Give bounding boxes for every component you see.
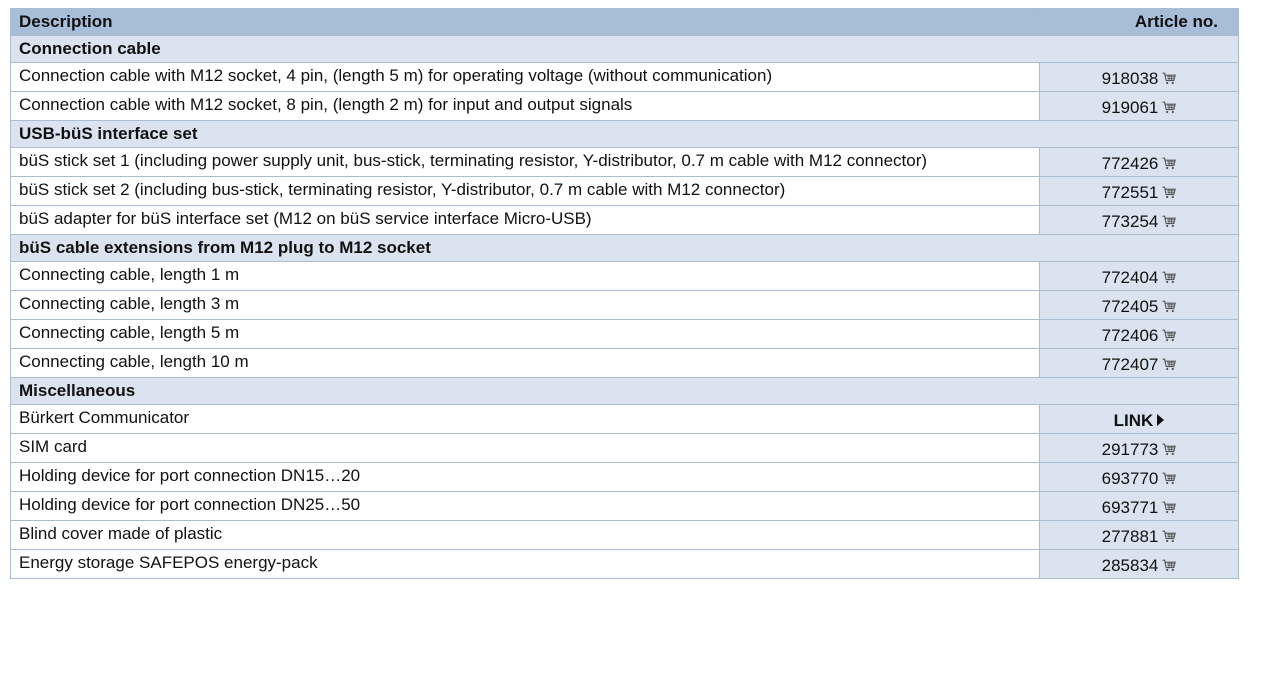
- table-header-row: Description Article no.: [10, 8, 1239, 36]
- shopping-cart-icon[interactable]: [1162, 440, 1177, 456]
- article-number[interactable]: 291773: [1102, 440, 1159, 459]
- article-cell: 277881: [1039, 520, 1239, 550]
- accessories-table: Description Article no. Connection cable…: [10, 8, 1239, 579]
- shopping-cart-icon[interactable]: [1162, 556, 1177, 572]
- article-number[interactable]: 277881: [1102, 527, 1159, 546]
- article-cell: 772406: [1039, 319, 1239, 349]
- description-column-header: Description: [10, 8, 1040, 36]
- item-description: Connecting cable, length 5 m: [10, 319, 1040, 349]
- article-number[interactable]: 772404: [1102, 268, 1159, 287]
- shopping-cart-icon[interactable]: [1162, 355, 1177, 371]
- shopping-cart-icon[interactable]: [1162, 98, 1177, 114]
- item-description: Connection cable with M12 socket, 8 pin,…: [10, 91, 1040, 121]
- table-row: büS adapter for büS interface set (M12 o…: [10, 205, 1239, 235]
- item-description: Connection cable with M12 socket, 4 pin,…: [10, 62, 1040, 92]
- article-column-header: Article no.: [1039, 8, 1239, 36]
- item-description: Connecting cable, length 10 m: [10, 348, 1040, 378]
- item-description: Blind cover made of plastic: [10, 520, 1040, 550]
- table-row: Connecting cable, length 10 m 772407: [10, 348, 1239, 378]
- table-row: Energy storage SAFEPOS energy-pack 285834: [10, 549, 1239, 579]
- table-row: Connection cable with M12 socket, 8 pin,…: [10, 91, 1239, 121]
- article-number[interactable]: 772426: [1102, 154, 1159, 173]
- item-description: SIM card: [10, 433, 1040, 463]
- article-number[interactable]: 772407: [1102, 355, 1159, 374]
- table-row: büS stick set 2 (including bus-stick, te…: [10, 176, 1239, 206]
- table-row: Connecting cable, length 3 m 772405: [10, 290, 1239, 320]
- article-number[interactable]: 772406: [1102, 326, 1159, 345]
- article-cell: 693770: [1039, 462, 1239, 492]
- article-number[interactable]: 772551: [1102, 183, 1159, 202]
- section-title: Connection cable: [10, 35, 1239, 63]
- link-button[interactable]: LINK: [1114, 410, 1165, 432]
- shopping-cart-icon[interactable]: [1162, 69, 1177, 85]
- article-cell: 918038: [1039, 62, 1239, 92]
- article-cell: LINK: [1039, 404, 1239, 434]
- section-row: Miscellaneous: [10, 377, 1239, 405]
- article-number[interactable]: 693771: [1102, 498, 1159, 517]
- article-cell: 773254: [1039, 205, 1239, 235]
- article-cell: 291773: [1039, 433, 1239, 463]
- shopping-cart-icon[interactable]: [1162, 297, 1177, 313]
- article-cell: 772407: [1039, 348, 1239, 378]
- section-row: USB-büS interface set: [10, 120, 1239, 148]
- shopping-cart-icon[interactable]: [1162, 183, 1177, 199]
- article-cell: 772426: [1039, 147, 1239, 177]
- article-number[interactable]: 919061: [1102, 98, 1159, 117]
- section-row: büS cable extensions from M12 plug to M1…: [10, 234, 1239, 262]
- table-row: Connecting cable, length 5 m 772406: [10, 319, 1239, 349]
- item-description: büS stick set 1 (including power supply …: [10, 147, 1040, 177]
- shopping-cart-icon[interactable]: [1162, 527, 1177, 543]
- article-number[interactable]: 285834: [1102, 556, 1159, 575]
- item-description: Energy storage SAFEPOS energy-pack: [10, 549, 1040, 579]
- article-cell: 919061: [1039, 91, 1239, 121]
- shopping-cart-icon[interactable]: [1162, 326, 1177, 342]
- shopping-cart-icon[interactable]: [1162, 154, 1177, 170]
- article-cell: 772405: [1039, 290, 1239, 320]
- shopping-cart-icon[interactable]: [1162, 469, 1177, 485]
- table-row: Holding device for port connection DN15……: [10, 462, 1239, 492]
- item-description: büS adapter for büS interface set (M12 o…: [10, 205, 1040, 235]
- shopping-cart-icon[interactable]: [1162, 268, 1177, 284]
- item-description: Holding device for port connection DN25……: [10, 491, 1040, 521]
- article-cell: 772404: [1039, 261, 1239, 291]
- section-title: Miscellaneous: [10, 377, 1239, 405]
- article-cell: 772551: [1039, 176, 1239, 206]
- table-body: Connection cable Connection cable with M1…: [10, 35, 1239, 579]
- play-arrow-icon: [1157, 414, 1165, 426]
- item-description: Holding device for port connection DN15……: [10, 462, 1040, 492]
- table-row: büS stick set 1 (including power supply …: [10, 147, 1239, 177]
- table-row: Holding device for port connection DN25……: [10, 491, 1239, 521]
- article-number[interactable]: 772405: [1102, 297, 1159, 316]
- table-row: SIM card 291773: [10, 433, 1239, 463]
- shopping-cart-icon[interactable]: [1162, 212, 1177, 228]
- article-cell: 693771: [1039, 491, 1239, 521]
- table-row: Connection cable with M12 socket, 4 pin,…: [10, 62, 1239, 92]
- item-description: Bürkert Communicator: [10, 404, 1040, 434]
- section-row: Connection cable: [10, 35, 1239, 63]
- item-description: Connecting cable, length 3 m: [10, 290, 1040, 320]
- shopping-cart-icon[interactable]: [1162, 498, 1177, 514]
- article-number[interactable]: 918038: [1102, 69, 1159, 88]
- table-row: Blind cover made of plastic 277881: [10, 520, 1239, 550]
- section-title: büS cable extensions from M12 plug to M1…: [10, 234, 1239, 262]
- item-description: büS stick set 2 (including bus-stick, te…: [10, 176, 1040, 206]
- item-description: Connecting cable, length 1 m: [10, 261, 1040, 291]
- article-cell: 285834: [1039, 549, 1239, 579]
- table-row: Bürkert Communicator LINK: [10, 404, 1239, 434]
- article-number[interactable]: 773254: [1102, 212, 1159, 231]
- link-label: LINK: [1113, 411, 1154, 430]
- section-title: USB-büS interface set: [10, 120, 1239, 148]
- article-number[interactable]: 693770: [1102, 469, 1159, 488]
- table-row: Connecting cable, length 1 m 772404: [10, 261, 1239, 291]
- accessories-table-wrapper: Description Article no. Connection cable…: [10, 8, 1239, 579]
